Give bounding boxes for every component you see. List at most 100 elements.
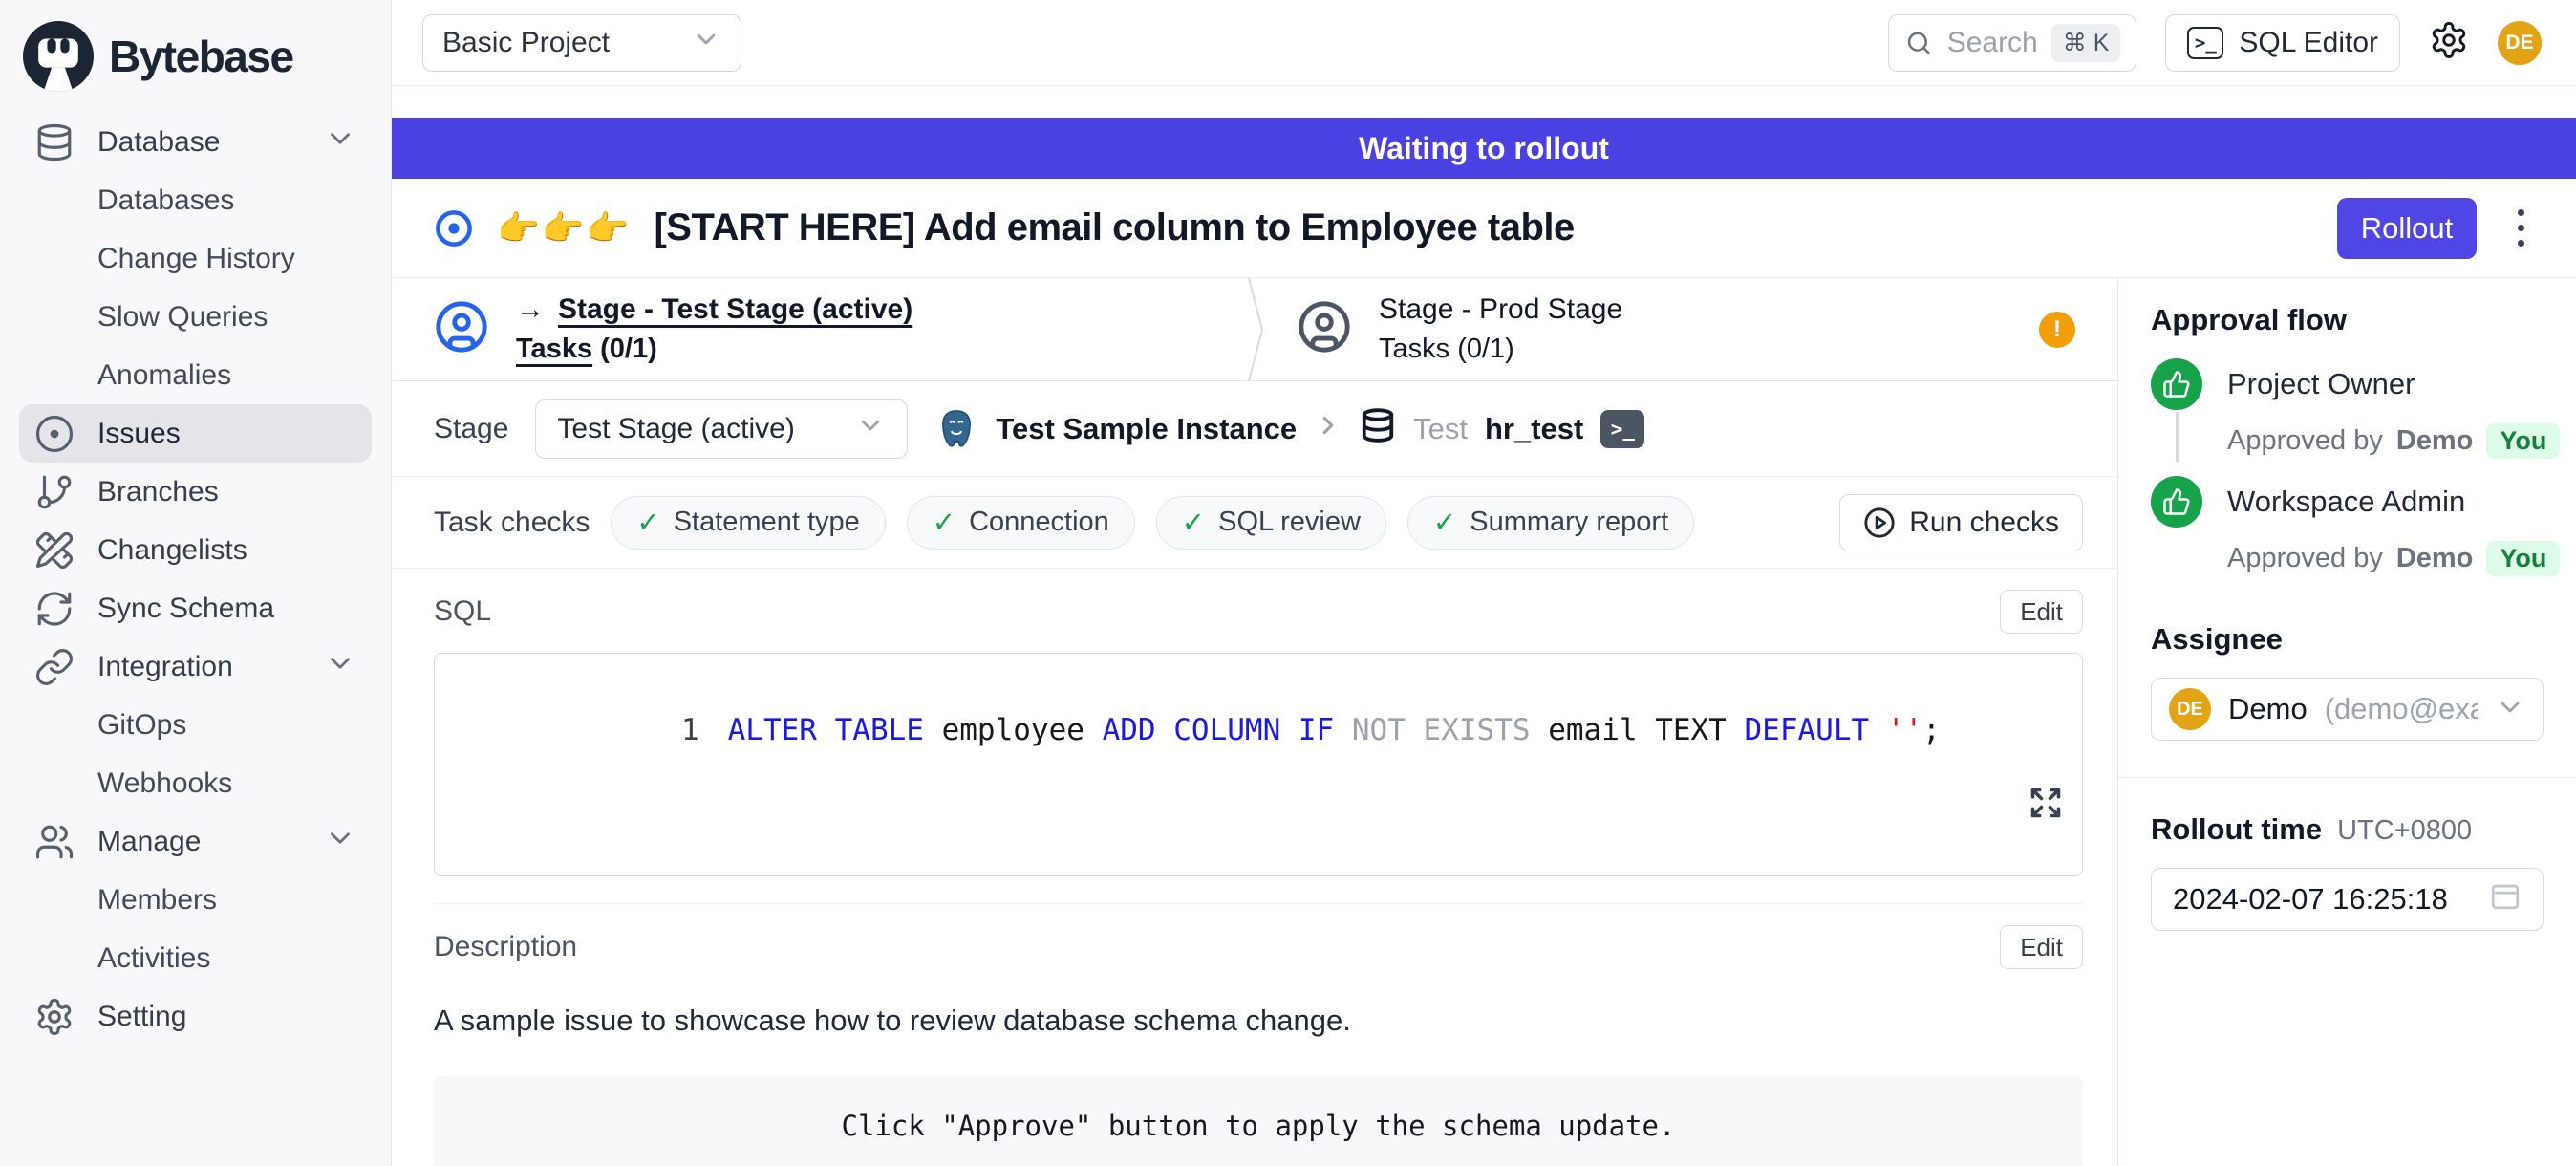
settings-gear-button[interactable]	[2429, 20, 2469, 65]
stage-selector-row: Stage Test Stage (active) Test Sample In…	[392, 381, 2117, 477]
issue-open-icon	[434, 208, 474, 248]
search-icon	[1904, 28, 1933, 58]
link-icon	[34, 647, 75, 687]
approver-name: Demo	[2396, 543, 2474, 574]
stage-select[interactable]: Test Stage (active)	[535, 399, 908, 459]
assignee-heading: Assignee	[2151, 622, 2544, 657]
check-pass-icon: ✓	[933, 506, 955, 539]
brand-name: Bytebase	[109, 31, 293, 82]
topbar-right: Search ⌘ K >_ SQL Editor DE	[1888, 14, 2542, 72]
sidebar-item-anomalies[interactable]: Anomalies	[19, 346, 372, 404]
approval-status-prefix: Approved by	[2227, 425, 2383, 457]
bytebase-app: Bytebase Database Databases Change Histo…	[0, 0, 2576, 1166]
rollout-button[interactable]: Rollout	[2337, 198, 2477, 259]
sidebar-item-databases[interactable]: Databases	[19, 171, 372, 229]
sidebar-item-label: Slow Queries	[97, 301, 268, 334]
stage-tab-prod[interactable]: Stage - Prod Stage Tasks (0/1) !	[1255, 278, 2117, 380]
sidebar-item-members[interactable]: Members	[19, 871, 372, 929]
approval-status-prefix: Approved by	[2227, 543, 2383, 574]
sidebar-item-integration[interactable]: Integration	[19, 637, 372, 696]
thumbs-up-icon	[2162, 370, 2191, 399]
expand-editor-button[interactable]	[1779, 751, 2063, 862]
check-pill-sql-review[interactable]: ✓ SQL review	[1156, 496, 1386, 550]
sidebar-item-label: Sync Schema	[97, 593, 274, 625]
task-checks-label: Task checks	[434, 507, 590, 539]
description-section-title: Description	[434, 931, 577, 963]
project-selector[interactable]: Basic Project	[422, 14, 741, 72]
sql-editor-button[interactable]: >_ SQL Editor	[2165, 14, 2400, 72]
assignee-avatar: DE	[2169, 688, 2211, 730]
approval-connector	[2176, 412, 2179, 462]
sidebar-item-sync-schema[interactable]: Sync Schema	[19, 579, 372, 637]
open-in-sql-editor-button[interactable]: >_	[1600, 410, 1644, 448]
assignee-select[interactable]: DE Demo (demo@example	[2151, 678, 2544, 741]
issue-title: [START HERE] Add email column to Employe…	[654, 206, 1574, 249]
stage-tab-test[interactable]: → Stage - Test Stage (active) Tasks (0/1…	[392, 278, 1255, 380]
warning-icon: !	[2039, 312, 2075, 348]
active-stage-arrow: →	[516, 293, 545, 326]
rollout-time-label: Rollout time	[2151, 812, 2322, 847]
approval-step-status: Approved by Demo You	[2227, 423, 2560, 459]
approval-step-role: Workspace Admin	[2227, 485, 2560, 519]
rollout-timezone: UTC+0800	[2337, 815, 2472, 847]
sidebar-item-gitops[interactable]: GitOps	[19, 696, 372, 754]
run-checks-button[interactable]: Run checks	[1839, 494, 2083, 551]
instance-name[interactable]: Test Sample Instance	[996, 412, 1297, 446]
approval-approved-icon	[2151, 476, 2202, 528]
check-pill-connection[interactable]: ✓ Connection	[907, 496, 1135, 550]
sidebar-item-activities[interactable]: Activities	[19, 929, 372, 987]
check-pill-label: Statement type	[674, 507, 860, 538]
approval-approved-icon	[2151, 358, 2202, 410]
sidebar-item-webhooks[interactable]: Webhooks	[19, 754, 372, 812]
assignee-email: (demo@example	[2325, 692, 2478, 726]
stage-tab-test-label: Stage - Test Stage (active)	[558, 293, 912, 326]
sidebar-item-issues[interactable]: Issues	[19, 404, 372, 463]
more-actions-button[interactable]	[2500, 198, 2542, 259]
approval-step-role: Project Owner	[2227, 367, 2560, 401]
database-name[interactable]: hr_test	[1485, 412, 1583, 446]
sql-token: DEFAULT	[1745, 713, 1887, 747]
sidebar-item-label: Integration	[97, 651, 233, 683]
chevron-down-icon	[691, 24, 721, 62]
sql-section: SQL Edit 1ALTER TABLE employee ADD COLUM…	[392, 569, 2117, 904]
bytebase-logo[interactable]: Bytebase	[19, 13, 372, 113]
chevron-down-icon	[324, 647, 356, 687]
sql-token: ;	[1922, 713, 1941, 747]
sql-code-editor[interactable]: 1ALTER TABLE employee ADD COLUMN IF NOT …	[434, 653, 2083, 876]
sidebar-item-changelists[interactable]: Changelists	[19, 521, 372, 579]
stage-tab-prod-tasks-count: (0/1)	[1457, 334, 1514, 364]
assignee-name: Demo	[2228, 692, 2308, 726]
refresh-icon	[34, 589, 75, 629]
sidebar-item-database[interactable]: Database	[19, 113, 372, 171]
environment-name: Test	[1413, 412, 1468, 446]
user-circle-icon	[1297, 299, 1352, 359]
sidebar-item-change-history[interactable]: Change History	[19, 229, 372, 288]
check-pill-statement-type[interactable]: ✓ Statement type	[611, 496, 885, 550]
search-input[interactable]: Search ⌘ K	[1888, 14, 2136, 72]
sql-token: email	[1548, 713, 1655, 747]
check-pill-summary-report[interactable]: ✓ Summary report	[1407, 496, 1694, 550]
database-breadcrumb: Test Sample Instance Test hr_test >_	[934, 407, 1644, 451]
sidebar-item-slow-queries[interactable]: Slow Queries	[19, 288, 372, 346]
sidebar-item-branches[interactable]: Branches	[19, 463, 372, 521]
stage-tab-test-tasks: Tasks	[516, 334, 592, 364]
approver-name: Demo	[2396, 425, 2474, 457]
user-avatar[interactable]: DE	[2498, 21, 2542, 65]
sidebar-item-setting[interactable]: Setting	[19, 987, 372, 1046]
thumbs-up-icon	[2162, 487, 2191, 516]
sidebar-item-label: Databases	[97, 184, 234, 217]
check-pass-icon: ✓	[1182, 506, 1205, 539]
description-edit-button[interactable]: Edit	[2000, 925, 2083, 969]
stage-tab-test-tasks-count: (0/1)	[600, 334, 657, 364]
rollout-time-input[interactable]: 2024-02-07 16:25:18	[2151, 868, 2544, 931]
calendar-icon	[2489, 879, 2522, 919]
sidebar-item-manage[interactable]: Manage	[19, 812, 372, 871]
sidebar: Bytebase Database Databases Change Histo…	[0, 0, 392, 1166]
line-number: 1	[681, 713, 699, 747]
sql-section-title: SQL	[434, 595, 491, 628]
check-pill-label: SQL review	[1218, 507, 1361, 538]
gear-icon	[2429, 20, 2469, 60]
sql-edit-button[interactable]: Edit	[2000, 590, 2083, 634]
stage-label: Stage	[434, 413, 508, 445]
panel-divider	[2118, 777, 2576, 778]
